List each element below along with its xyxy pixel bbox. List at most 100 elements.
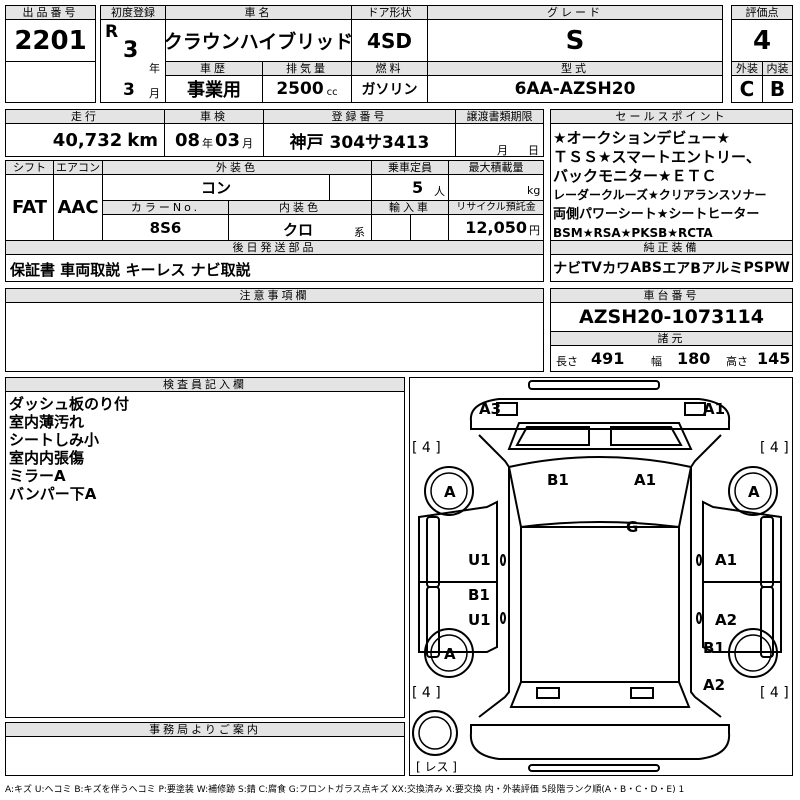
max-load-cell: kg <box>448 174 544 201</box>
width-label: 幅 <box>651 355 662 368</box>
inspector-note: 室内内張傷 <box>9 449 85 467</box>
shift-header: シフト <box>5 160 54 175</box>
mark-b1-left-rear: B1 <box>468 586 490 604</box>
recycle-cell: 12,050 円 <box>448 214 544 241</box>
first-reg-cell: R 3 年 3 月 <box>100 19 166 103</box>
sales-point-line: 両側パワーシート★シートヒーター <box>553 207 760 222</box>
mark-tire-fr: A <box>748 483 760 501</box>
office-box <box>5 736 405 776</box>
taillight-right <box>630 687 654 699</box>
taillight-left <box>536 687 560 699</box>
genuine-item: エアB <box>662 261 701 277</box>
int-color-unit: 系 <box>354 226 365 239</box>
displacement-unit: cc <box>326 86 338 98</box>
mark-a1-front-right: A1 <box>703 400 726 418</box>
mark-a2-rear-right: A2 <box>703 676 726 694</box>
sales-point-line: ＴＳＳ★スマートエントリー、 <box>553 148 761 166</box>
displacement: 2500 <box>276 79 324 99</box>
genuine-item: TV <box>581 260 602 276</box>
mark-b1-roof: B1 <box>547 471 569 489</box>
int-color-cell: クロ 系 <box>228 214 372 241</box>
inspector-note: バンパー下A <box>9 485 97 503</box>
reg-month: 3 <box>123 80 135 100</box>
genuine-item: ABS <box>630 260 663 276</box>
transfer-header: 譲渡書類期限 <box>455 109 544 124</box>
int-color-header: 内装色 <box>228 200 372 215</box>
max-load-unit: kg <box>527 184 541 197</box>
front-glass <box>507 456 693 529</box>
score-header: 評価点 <box>731 5 793 20</box>
mark-g-roof: G <box>626 518 639 536</box>
inspection-month: 03 <box>215 129 241 151</box>
reg-month-unit: 月 <box>149 87 160 100</box>
mark-tire-rl: A <box>444 645 456 663</box>
color-no-header: カラーNo. <box>102 200 229 215</box>
handle-rf <box>696 554 702 566</box>
car-name: クラウンハイブリッド <box>165 19 352 62</box>
fuel-header: 燃料 <box>351 61 428 76</box>
front-bumper-top <box>528 380 660 390</box>
color-no: 8S6 <box>102 214 229 241</box>
lot-number: 2201 <box>5 19 96 62</box>
height-label: 高さ <box>726 355 748 368</box>
caution-header: 注意事項欄 <box>5 288 544 303</box>
displacement-header: 排気量 <box>262 61 352 76</box>
car-diagram <box>412 380 782 772</box>
inspection-header: 車検 <box>164 109 264 124</box>
model: 6AA-AZSH20 <box>427 75 723 103</box>
mark-b1-right-rear-tire: B1 <box>703 639 725 657</box>
inspector-header: 検査員記入欄 <box>5 377 405 392</box>
tire-tread-rr: [ 4 ] <box>760 685 789 701</box>
fender-right-front <box>760 516 774 588</box>
shift: FAT <box>5 174 54 241</box>
ext-color-blank <box>329 174 372 201</box>
legend: A:キズ U:ヘコミ B:キズを伴うヘコミ P:要塗装 W:補修跡 S:錆 C:… <box>5 785 685 795</box>
mileage: 40,732 <box>52 129 123 151</box>
rear-bumper-bottom <box>528 764 660 772</box>
mark-a1-right-front: A1 <box>715 551 738 569</box>
import-header: 輸入車 <box>371 200 449 215</box>
body-right <box>690 434 722 718</box>
import-cell-b <box>410 214 449 241</box>
mark-a3-front-left: A3 <box>479 400 502 418</box>
aircon: AAC <box>53 174 103 241</box>
car-name-header: 車名 <box>165 5 352 20</box>
interior-header: 内装 <box>762 61 793 76</box>
inspector-note: ミラーA <box>9 467 66 485</box>
inspector-note: 室内薄汚れ <box>9 413 85 431</box>
genuine-items: ナビ TV カワ ABS エアB アルミ PS PW <box>550 254 793 282</box>
import-cell-a <box>371 214 411 241</box>
first-reg-header: 初度登録 <box>100 5 166 20</box>
exterior-grade: C <box>731 75 763 103</box>
score: 4 <box>731 19 793 62</box>
fender-right-rear <box>760 586 774 658</box>
genuine-item: アルミ <box>701 261 744 277</box>
mileage-header: 走行 <box>5 109 165 124</box>
recycle-unit: 円 <box>529 224 540 237</box>
ext-color-header: 外装色 <box>102 160 372 175</box>
spare-tire-label: [ レス ] <box>416 760 457 774</box>
tire-tread-fr: [ 4 ] <box>760 440 789 456</box>
capacity: 5 <box>412 178 424 197</box>
body-left <box>478 434 510 718</box>
fender-left-front <box>426 516 440 588</box>
rear-bumper <box>469 724 731 760</box>
mark-u1-left-front: U1 <box>468 551 491 569</box>
history: 事業用 <box>165 75 263 103</box>
lot-header: 出品番号 <box>5 5 96 20</box>
height-value: 145 <box>757 349 791 368</box>
specs-box: 長さ 491 幅 180 高さ 145 <box>550 345 793 372</box>
ext-color: コン <box>102 174 330 201</box>
history-header: 車歴 <box>165 61 263 76</box>
registration-header: 登録番号 <box>263 109 456 124</box>
exterior-header: 外装 <box>731 61 763 76</box>
genuine-item: ナビ <box>553 261 582 277</box>
sales-point-line: バックモニター★ＥＴＣ <box>553 167 717 185</box>
aircon-header: エアコン <box>53 160 103 175</box>
interior-grade: B <box>762 75 793 103</box>
length-label: 長さ <box>556 355 578 368</box>
caution-box <box>5 302 544 372</box>
inspection-year: 08 <box>174 129 200 151</box>
door-header: ドア形状 <box>351 5 428 20</box>
length-value: 491 <box>591 349 625 368</box>
